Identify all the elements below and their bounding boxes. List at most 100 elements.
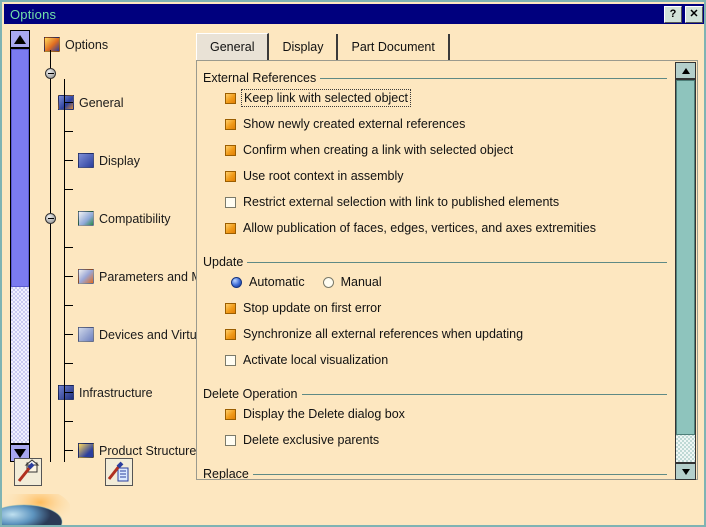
checkbox-label: Activate local visualization [243, 353, 389, 367]
tree-scroll-thumb[interactable] [11, 49, 29, 287]
general-folder-icon [58, 95, 74, 110]
group-update: Update [203, 255, 667, 269]
group-external-references: External References [203, 71, 667, 85]
checkbox-show-newly-created-external-references[interactable]: Show newly created external references [225, 117, 465, 131]
checkbox-indicator[interactable] [225, 92, 236, 104]
radio-group-update-mode: Automatic Manual [231, 275, 382, 289]
checkbox-indicator[interactable] [225, 118, 236, 130]
checkbox-confirm-when-creating-a-link-with-selected-object[interactable]: Confirm when creating a link with select… [225, 143, 513, 157]
checkbox-label: Allow publication of faces, edges, verti… [243, 221, 596, 235]
checkbox-indicator[interactable] [225, 144, 236, 156]
radio-indicator[interactable] [231, 276, 242, 288]
checkbox-label: Keep link with selected object [241, 89, 411, 107]
checkbox-indicator[interactable] [225, 222, 236, 234]
group-title: Replace [203, 467, 249, 479]
checkbox-delete-exclusive-parents[interactable]: Delete exclusive parents [225, 433, 379, 447]
tree-item-label: Parameters and Measure [99, 269, 196, 284]
checkbox-label: Stop update on first error [243, 301, 382, 315]
group-title: Delete Operation [203, 387, 298, 401]
checkbox-indicator[interactable] [225, 302, 236, 314]
close-button[interactable]: ✕ [685, 5, 703, 23]
checkbox-display-the-delete-dialog-box[interactable]: Display the Delete dialog box [225, 407, 405, 421]
checkbox-stop-update-on-first-error[interactable]: Stop update on first error [225, 301, 381, 315]
checkbox-indicator[interactable] [225, 196, 236, 208]
radio-automatic[interactable]: Automatic [231, 275, 305, 289]
checkbox-allow-publication-of-faces-edges-vertices-and-axes-extremities[interactable]: Allow publication of faces, edges, verti… [225, 221, 596, 235]
checkbox-synchronize-all-external-references-when-updating[interactable]: Synchronize all external references when… [225, 327, 523, 341]
content-scroll-down-button[interactable] [675, 463, 696, 480]
group-rule [252, 473, 667, 475]
group-delete-operation: Delete Operation [203, 387, 667, 401]
checkbox-keep-link-with-selected-object[interactable]: Keep link with selected object [225, 89, 411, 107]
checkbox-indicator[interactable] [225, 434, 236, 446]
dialog-footer: OK Cancel [2, 480, 704, 525]
tree-scroll-track[interactable] [10, 48, 30, 444]
tab-page-general: External References Keep link with select… [196, 60, 698, 480]
tree-expander-icon[interactable] [45, 68, 56, 79]
group-title: Update [203, 255, 244, 269]
checkbox-indicator[interactable] [225, 408, 236, 420]
parameters-icon [78, 269, 94, 284]
checkbox-label: Use root context in assembly [243, 169, 404, 183]
tree-item-devices-and-virtual-reality[interactable]: Devices and Virtual Reality [34, 320, 196, 349]
tree-item-options[interactable]: Options [34, 30, 196, 59]
options-dialog: Options ? ✕ Options General Display Compati… [0, 0, 706, 527]
infrastructure-icon [58, 385, 74, 400]
options-tree[interactable]: Options General Display Compatibility Parame… [34, 30, 196, 462]
checkbox-use-root-context-in-assembly[interactable]: Use root context in assembly [225, 169, 404, 183]
checkbox-restrict-external-selection-with-link-to-published-elements[interactable]: Restrict external selection with link to… [225, 195, 559, 209]
tab-bar[interactable]: General Display Part Document [196, 32, 698, 60]
tree-item-label: Options [65, 37, 109, 52]
content-scroll-thumb[interactable] [676, 80, 695, 435]
tree-item-label: Product Structure [99, 443, 196, 458]
radio-label: Manual [340, 275, 382, 289]
tree-item-label: Devices and Virtual Reality [99, 327, 196, 342]
help-button[interactable]: ? [664, 5, 682, 23]
radio-manual[interactable]: Manual [322, 275, 382, 289]
group-rule [320, 77, 667, 79]
tab-part-document[interactable]: Part Document [338, 34, 450, 60]
checkbox-label: Display the Delete dialog box [243, 407, 405, 421]
content-scroll-up-button[interactable] [675, 62, 696, 79]
title-bar: Options ? ✕ [4, 4, 704, 24]
checkbox-label: Show newly created external references [243, 117, 466, 131]
tab-label: Display [282, 40, 324, 54]
tree-item-label: General [79, 95, 124, 110]
tree-item-general[interactable]: General [34, 88, 196, 117]
tree-expander-icon[interactable] [45, 213, 56, 224]
group-rule [247, 261, 667, 263]
triangle-up-icon [681, 67, 690, 74]
checkbox-label: Synchronize all external references when… [243, 327, 524, 341]
checkbox-indicator[interactable] [225, 170, 236, 182]
triangle-down-icon [14, 448, 26, 458]
tree-item-display[interactable]: Display [34, 146, 196, 175]
radio-indicator[interactable] [322, 276, 334, 288]
checkbox-indicator[interactable] [225, 354, 236, 366]
tree-item-compatibility[interactable]: Compatibility [34, 204, 196, 233]
group-title: External References [203, 71, 317, 85]
tree-scroll-up-button[interactable] [10, 30, 30, 48]
tree-item-infrastructure[interactable]: Infrastructure [34, 378, 196, 407]
content-scrollbar[interactable] [675, 62, 696, 480]
display-icon [78, 153, 94, 168]
checkbox-label: Restrict external selection with link to… [243, 195, 560, 209]
tab-general[interactable]: General [196, 33, 270, 60]
triangle-down-icon [681, 468, 690, 475]
checkbox-label: Delete exclusive parents [243, 433, 380, 447]
window-title: Options [10, 6, 57, 22]
checkbox-indicator[interactable] [225, 328, 236, 340]
tree-item-parameters-and-measure[interactable]: Parameters and Measure [34, 262, 196, 291]
group-rule [301, 393, 667, 395]
settings-scroll-area: External References Keep link with select… [197, 61, 675, 479]
tree-scrollbar[interactable] [10, 30, 32, 462]
content-scroll-track[interactable] [675, 79, 696, 463]
options-root-icon [44, 37, 60, 52]
options-tree-panel: Options General Display Compatibility Parame… [10, 30, 196, 462]
radio-label: Automatic [249, 275, 305, 289]
tab-display[interactable]: Display [269, 34, 339, 60]
product-structure-icon [78, 443, 94, 458]
checkbox-activate-local-visualization[interactable]: Activate local visualization [225, 353, 388, 367]
checkbox-label: Confirm when creating a link with select… [243, 143, 514, 157]
triangle-up-icon [14, 34, 26, 44]
compatibility-icon [78, 211, 94, 226]
